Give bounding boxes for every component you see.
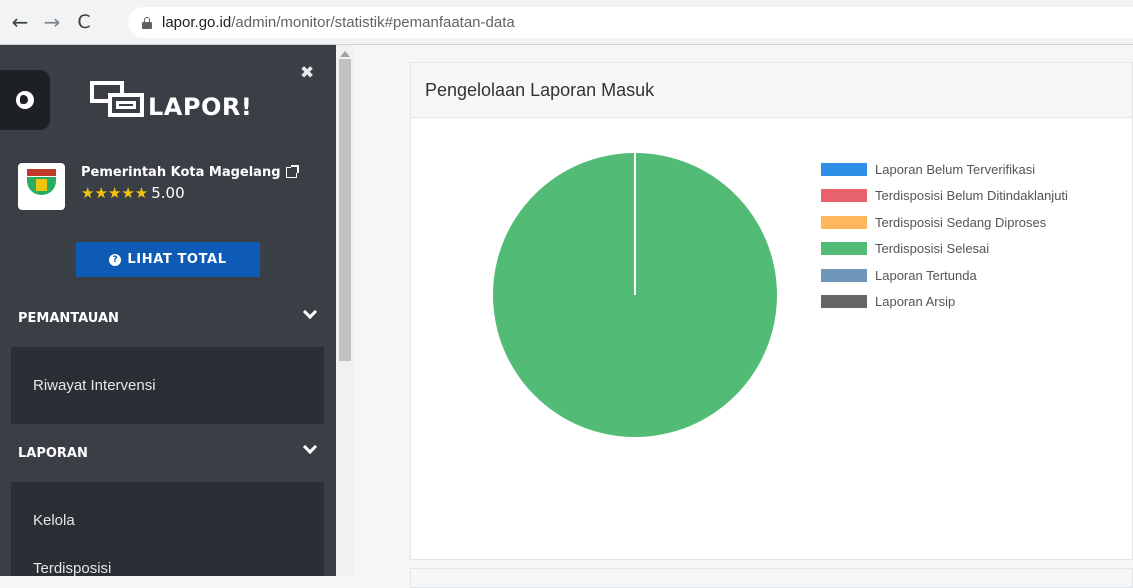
close-icon[interactable]: ✖ bbox=[300, 63, 314, 83]
card-title: Pengelolaan Laporan Masuk bbox=[425, 79, 655, 100]
legend-swatch bbox=[821, 162, 867, 176]
org-emblem bbox=[18, 163, 65, 210]
legend-swatch bbox=[821, 242, 867, 256]
chevron-down-icon bbox=[302, 304, 318, 320]
back-arrow-icon[interactable]: ← bbox=[7, 9, 33, 35]
star-icon: ★★★★★ bbox=[81, 184, 149, 202]
language-toggle[interactable] bbox=[0, 70, 50, 130]
legend-label: Laporan Tertunda bbox=[875, 267, 977, 283]
section-laporan[interactable]: LAPORAN bbox=[0, 424, 336, 482]
org-profile: Pemerintah Kota Magelang ★★★★★ 5.00 bbox=[18, 163, 299, 210]
rating-value: 5.00 bbox=[151, 184, 185, 202]
legend-label: Laporan Arsip bbox=[875, 294, 956, 310]
lock-icon[interactable] bbox=[142, 16, 152, 29]
legend-label: Terdisposisi Belum Ditindaklanjuti bbox=[875, 188, 1068, 204]
chevron-down-icon bbox=[302, 439, 318, 455]
section-pemantauan[interactable]: PEMANTAUAN bbox=[0, 289, 336, 347]
pemantauan-menu: Riwayat Intervensi bbox=[11, 347, 324, 424]
question-circle-icon: ? bbox=[109, 253, 122, 266]
sidebar-scrollbar[interactable] bbox=[336, 45, 354, 576]
url-text: lapor.go.id/admin/monitor/statistik#pema… bbox=[162, 14, 515, 31]
legend-item-4[interactable]: Laporan Tertunda bbox=[821, 262, 1068, 289]
legend-label: Laporan Belum Terverifikasi bbox=[875, 161, 1036, 177]
legend-swatch bbox=[821, 268, 867, 282]
logo-text: LAPOR! bbox=[148, 93, 253, 121]
legend-swatch bbox=[821, 215, 867, 229]
chart-legend: Laporan Belum Terverifikasi Terdisposisi … bbox=[821, 156, 1068, 315]
menu-item-riwayat-intervensi[interactable]: Riwayat Intervensi bbox=[33, 377, 156, 394]
scrollbar-thumb[interactable] bbox=[339, 59, 351, 361]
lapor-logo-icon bbox=[88, 79, 150, 123]
laporan-menu: Kelola Terdisposisi bbox=[11, 482, 324, 576]
browser-toolbar: ← → C lapor.go.id/admin/monitor/statisti… bbox=[0, 0, 1133, 45]
menu-item-terdisposisi[interactable]: Terdisposisi bbox=[33, 560, 111, 576]
scroll-up-arrow-icon[interactable] bbox=[340, 51, 350, 57]
address-bar[interactable]: lapor.go.id/admin/monitor/statistik#pema… bbox=[128, 7, 1133, 38]
legend-swatch bbox=[821, 295, 867, 309]
legend-item-1[interactable]: Terdisposisi Belum Ditindaklanjuti bbox=[821, 183, 1068, 210]
legend-label: Terdisposisi Selesai bbox=[875, 241, 990, 257]
reload-icon[interactable]: C bbox=[71, 9, 97, 35]
lapor-logo[interactable]: LAPOR! bbox=[88, 79, 252, 123]
org-rating: ★★★★★ 5.00 bbox=[81, 184, 297, 202]
main-content: Pengelolaan Laporan Masuk Laporan Belum … bbox=[354, 45, 1133, 588]
card-header: Pengelolaan Laporan Masuk bbox=[411, 63, 1132, 118]
legend-item-0[interactable]: Laporan Belum Terverifikasi bbox=[821, 156, 1068, 183]
next-card bbox=[410, 568, 1133, 588]
lihat-total-button[interactable]: ? LIHAT TOTAL bbox=[76, 242, 260, 277]
legend-swatch bbox=[821, 189, 867, 203]
forward-arrow-icon[interactable]: → bbox=[39, 9, 65, 35]
sidebar: ✖ LAPOR! Pemerintah Kota Magelang ★★★★★ … bbox=[0, 45, 336, 576]
globe-icon bbox=[16, 91, 34, 109]
pengelolaan-card: Pengelolaan Laporan Masuk Laporan Belum … bbox=[410, 62, 1133, 560]
legend-item-3[interactable]: Terdisposisi Selesai bbox=[821, 236, 1068, 263]
menu-item-kelola[interactable]: Kelola bbox=[33, 512, 75, 529]
legend-item-5[interactable]: Laporan Arsip bbox=[821, 289, 1068, 316]
external-link-icon bbox=[285, 165, 299, 178]
legend-item-2[interactable]: Terdisposisi Sedang Diproses bbox=[821, 209, 1068, 236]
legend-label: Terdisposisi Sedang Diproses bbox=[875, 214, 1047, 230]
org-name-link[interactable]: Pemerintah Kota Magelang bbox=[81, 165, 299, 180]
